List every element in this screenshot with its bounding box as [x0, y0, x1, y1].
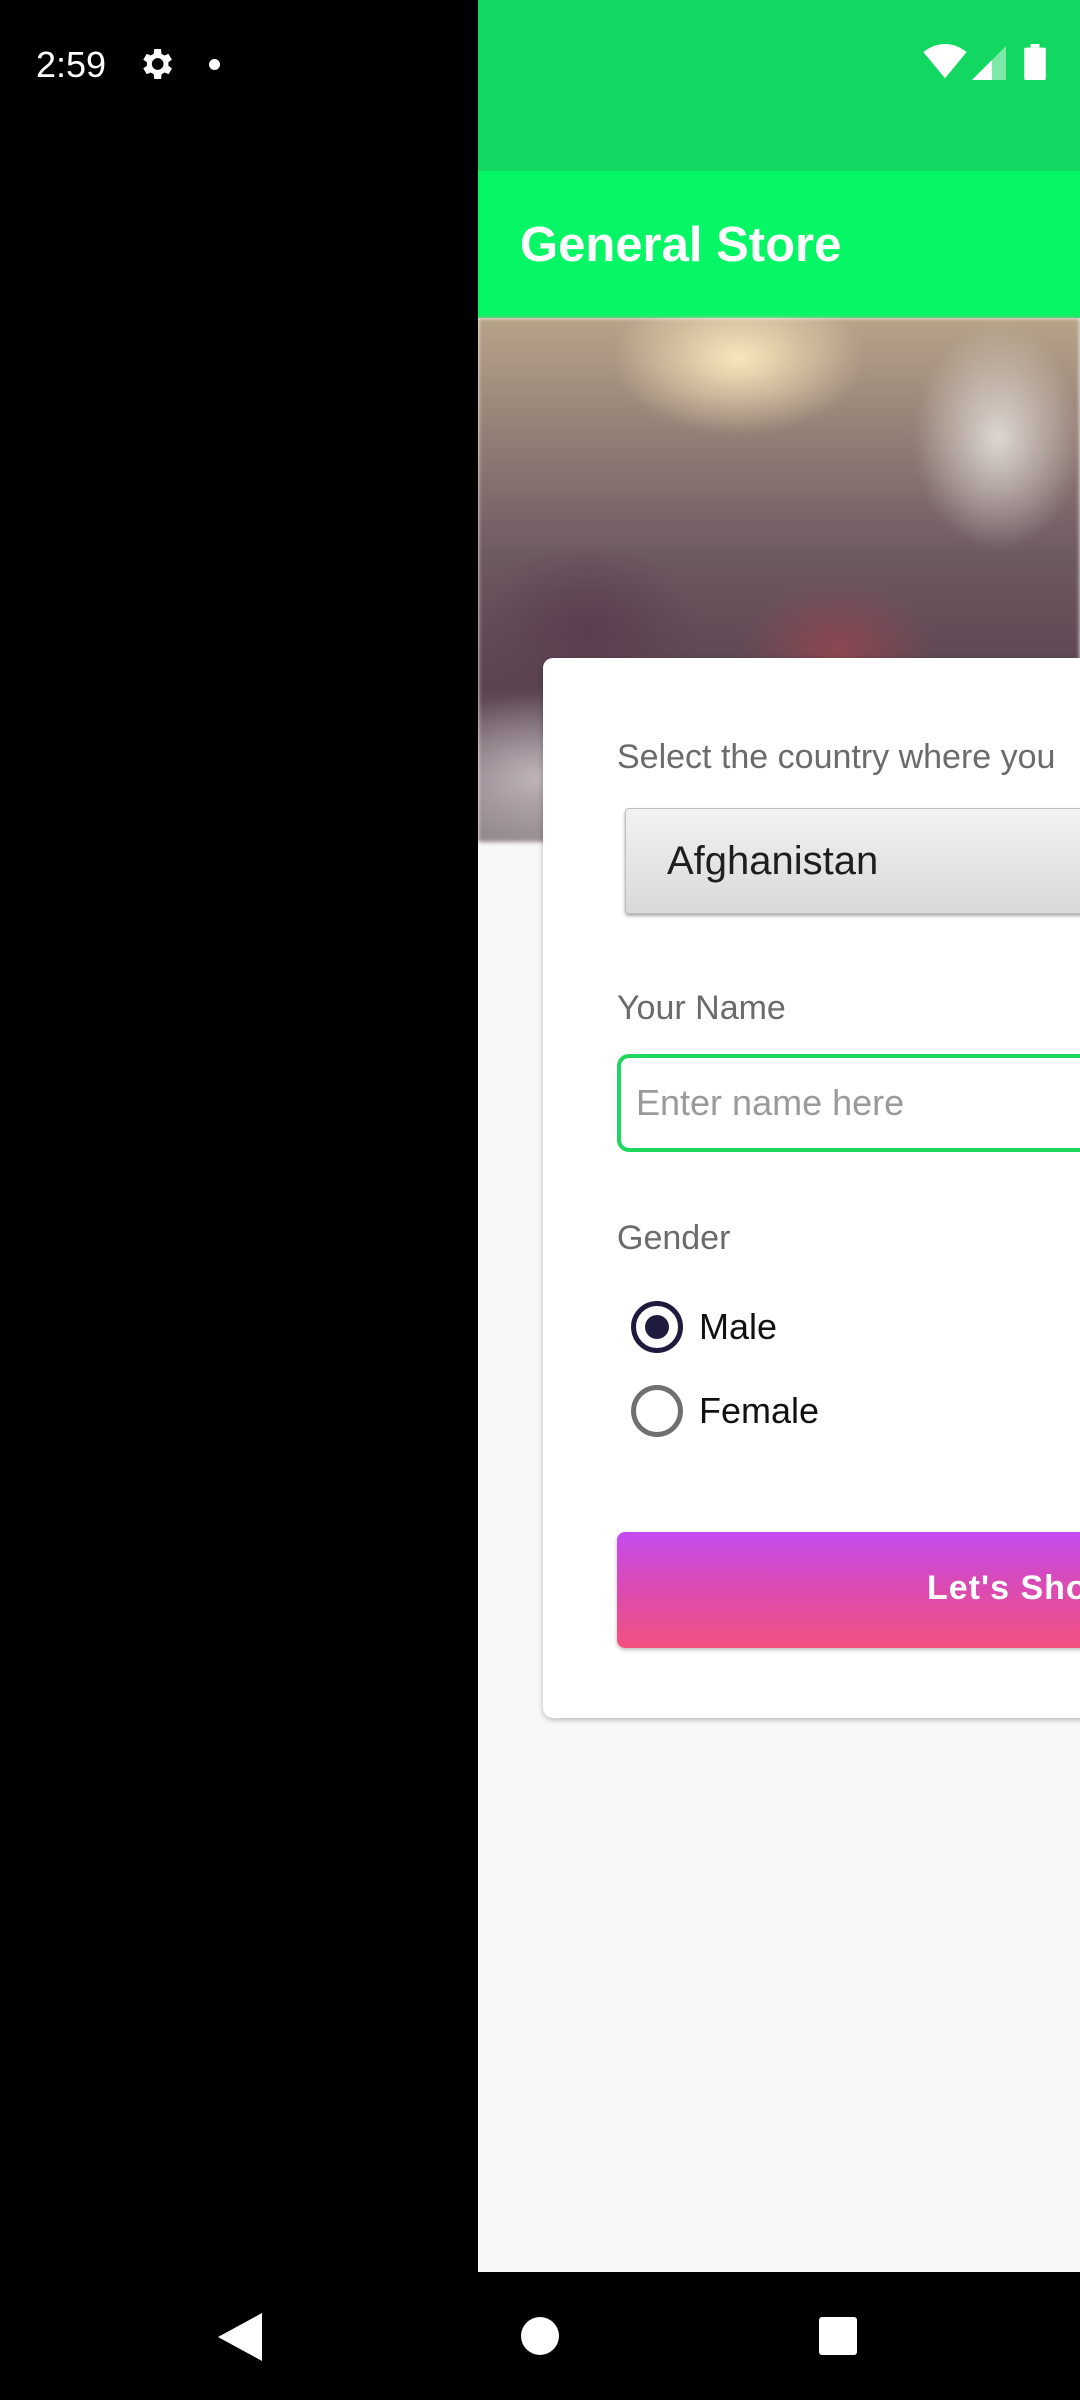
notification-dot-icon — [209, 59, 220, 70]
back-icon[interactable] — [218, 2313, 262, 2361]
app-title: General Store — [520, 218, 842, 272]
form-card: Select the country where you Afghanistan… — [543, 658, 1080, 1718]
gender-option-male[interactable]: Male — [631, 1299, 777, 1355]
app-window: General Store Select the country where y… — [478, 0, 1080, 2272]
name-input[interactable] — [617, 1054, 1080, 1152]
wifi-icon — [923, 44, 967, 79]
cell-signal-icon — [972, 46, 1006, 80]
lets-shop-button[interactable]: Let's Sho — [617, 1532, 1080, 1648]
country-label: Select the country where you — [617, 738, 1056, 776]
lets-shop-label: Let's Sho — [927, 1569, 1080, 1607]
phone-screen: 2:59 General Store Select the country wh… — [0, 0, 1080, 2400]
gender-label: Gender — [617, 1219, 731, 1257]
name-label: Your Name — [617, 989, 786, 1027]
radio-unchecked-icon[interactable] — [631, 1385, 683, 1437]
settings-gear-icon — [143, 49, 172, 79]
country-dropdown[interactable]: Afghanistan — [625, 808, 1080, 914]
app-status-bar — [478, 0, 1080, 171]
gender-option-label: Female — [699, 1390, 820, 1431]
recents-icon[interactable] — [819, 2317, 857, 2355]
battery-icon — [1024, 44, 1046, 80]
status-time: 2:59 — [36, 44, 107, 85]
app-toolbar: General Store — [478, 171, 1080, 318]
radio-checked-icon[interactable] — [631, 1301, 683, 1353]
gender-option-label: Male — [699, 1306, 778, 1347]
home-icon[interactable] — [521, 2317, 559, 2355]
gender-option-female[interactable]: Female — [631, 1383, 819, 1439]
country-selected-value: Afghanistan — [667, 839, 879, 883]
